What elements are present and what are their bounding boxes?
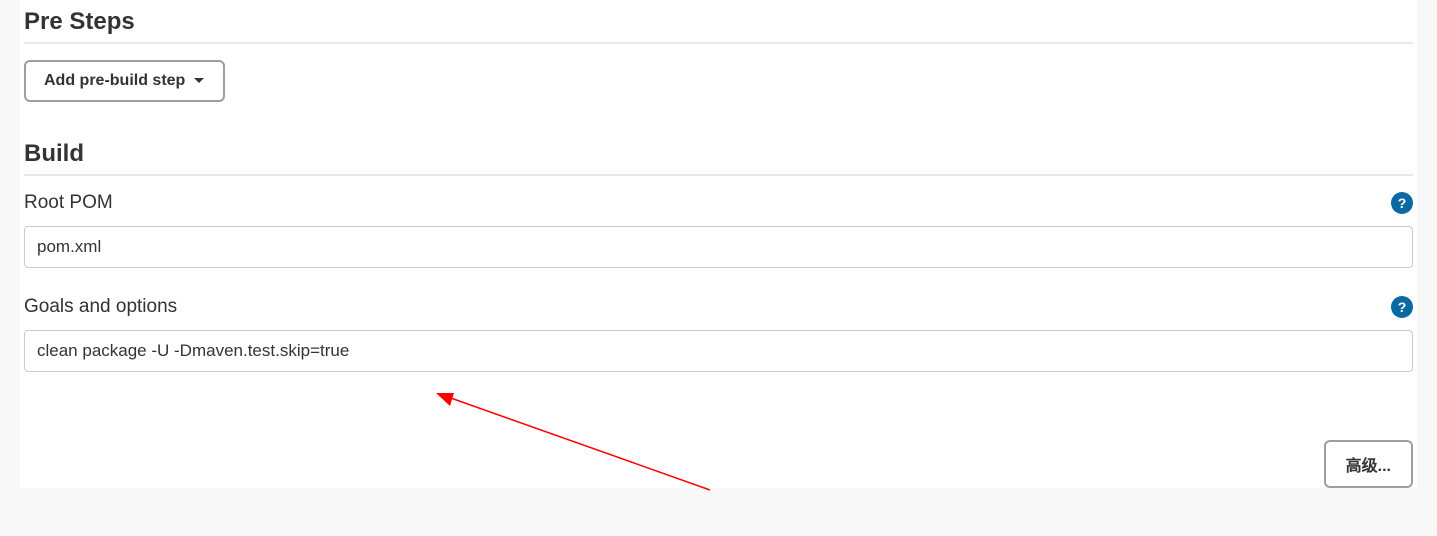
add-pre-build-step-label: Add pre-build step	[44, 72, 185, 90]
root-pom-label: Root POM	[24, 192, 113, 214]
pre-steps-heading: Pre Steps	[24, 0, 1413, 44]
help-icon[interactable]: ?	[1391, 192, 1413, 214]
goals-options-input[interactable]	[24, 330, 1413, 372]
root-pom-input[interactable]	[24, 226, 1413, 268]
build-heading: Build	[24, 132, 1413, 176]
add-pre-build-step-button[interactable]: Add pre-build step	[24, 60, 225, 102]
caret-down-icon	[193, 77, 205, 85]
advanced-button[interactable]: 高级...	[1324, 440, 1413, 488]
goals-options-label: Goals and options	[24, 296, 177, 318]
help-icon[interactable]: ?	[1391, 296, 1413, 318]
